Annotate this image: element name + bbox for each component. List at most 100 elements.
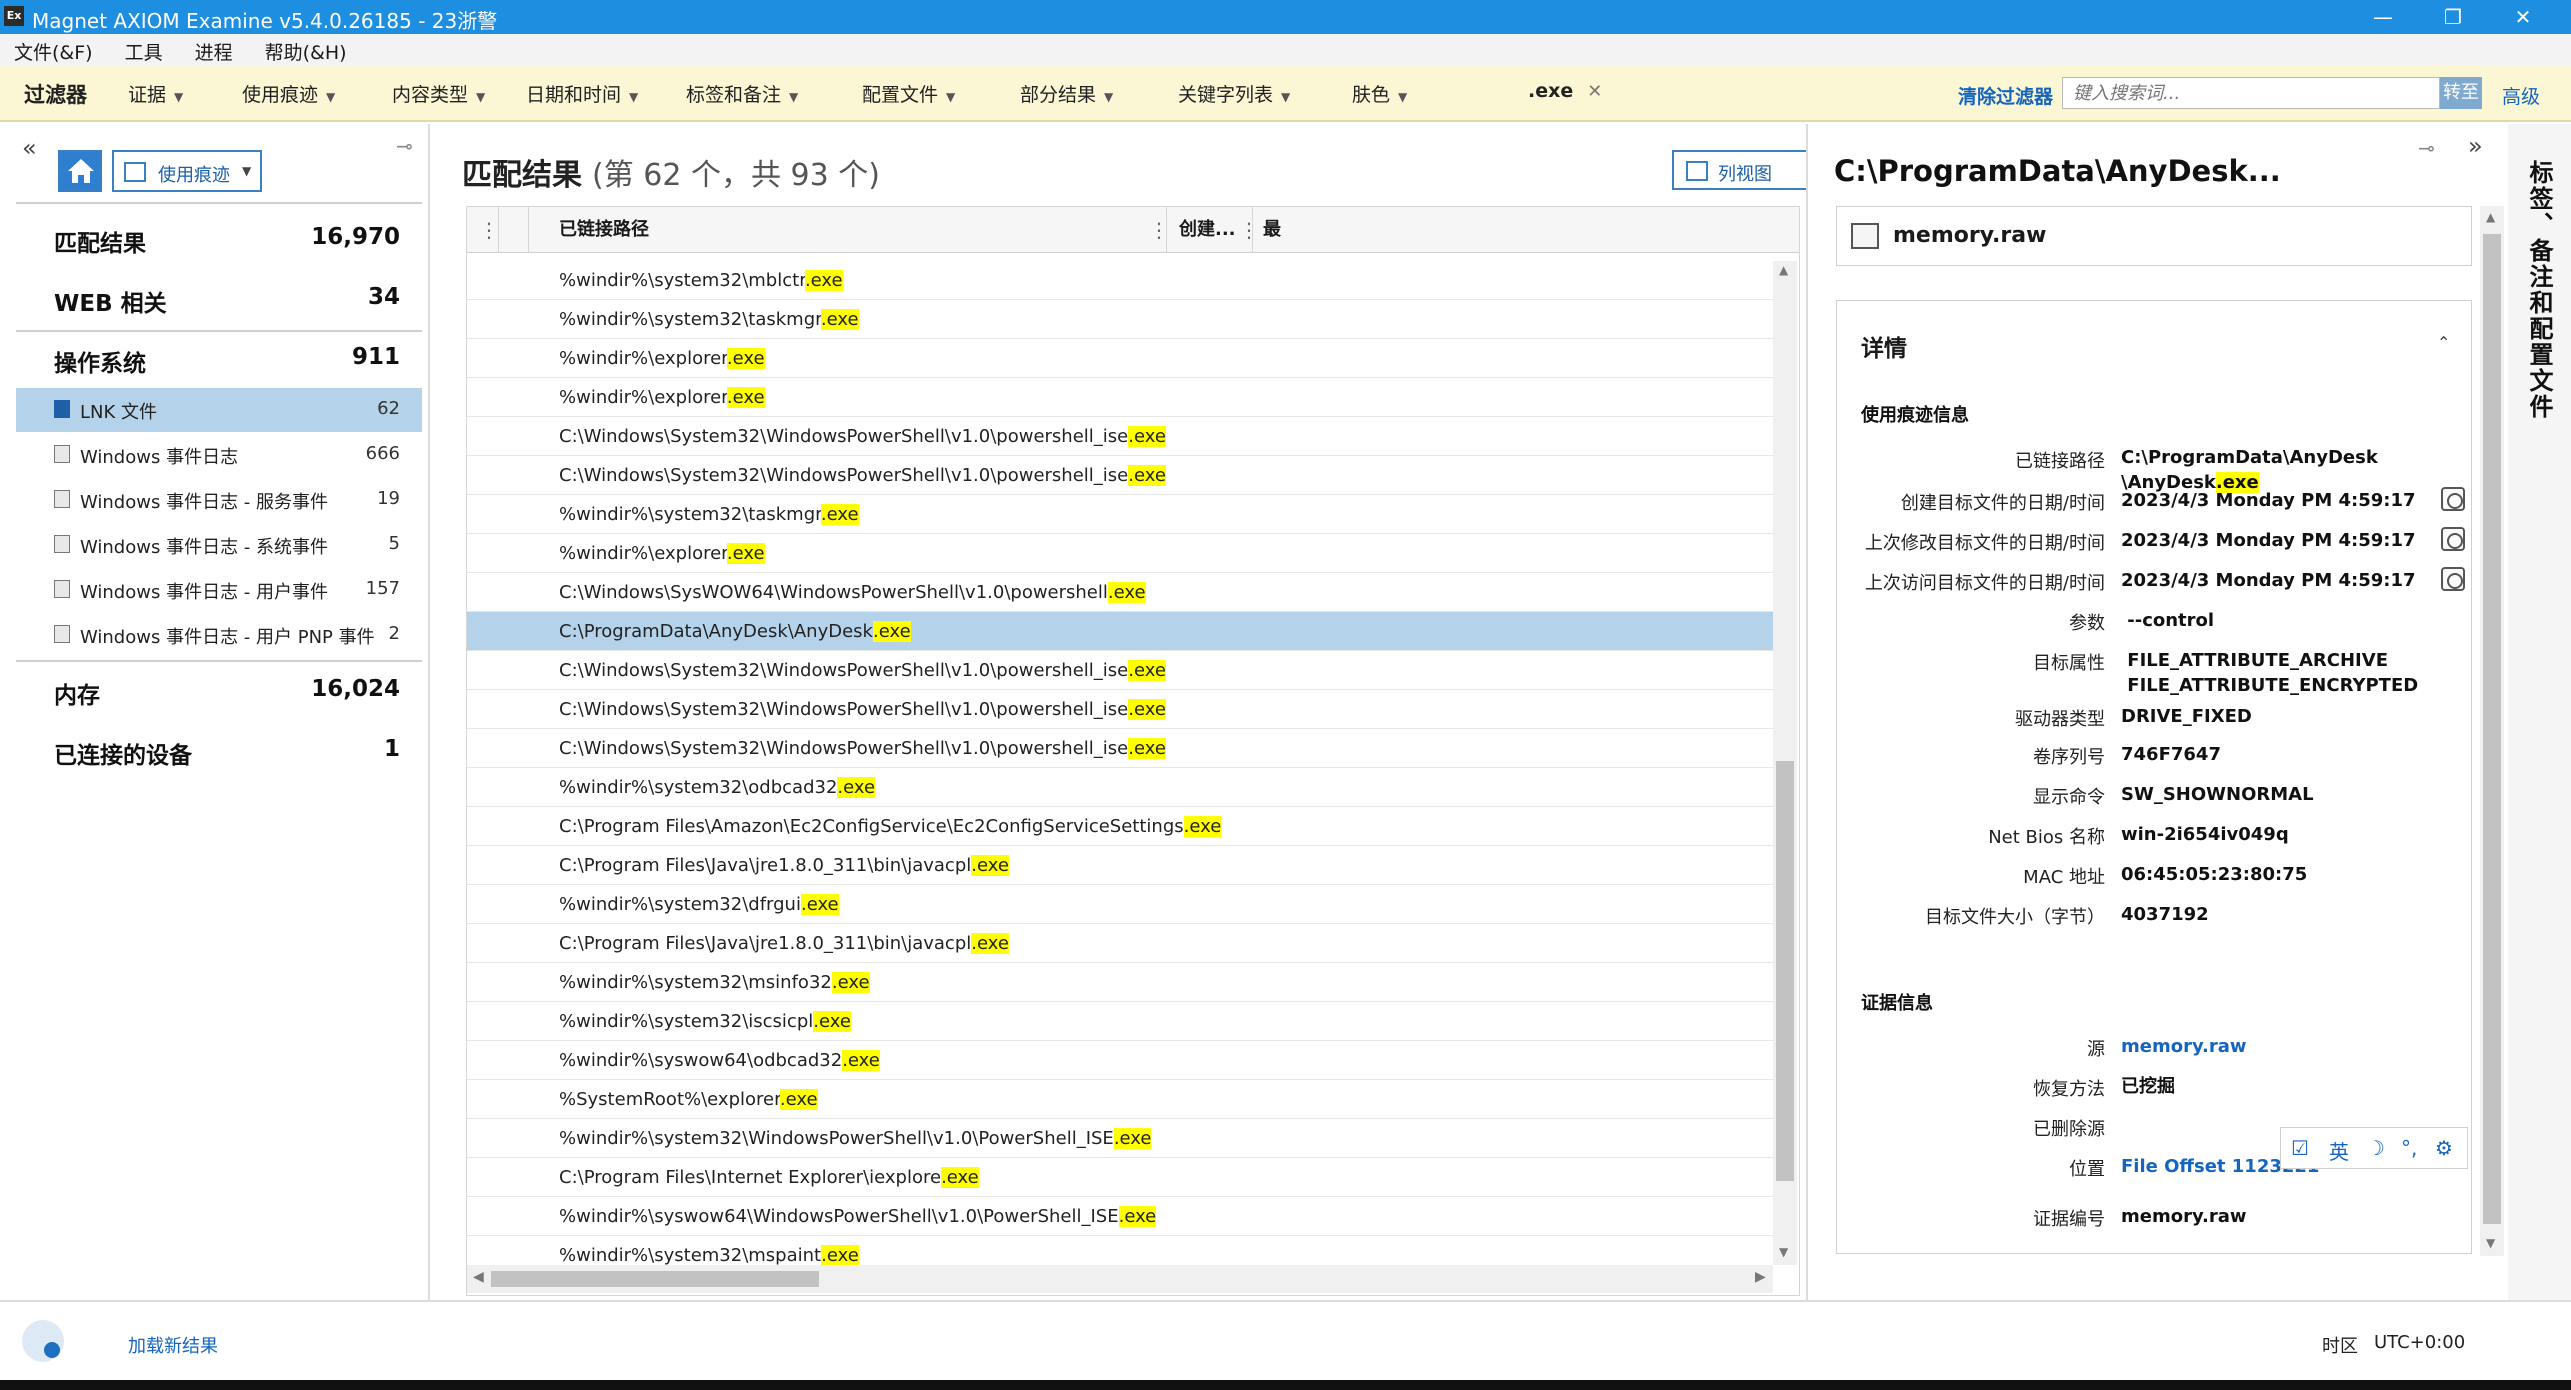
table-row[interactable]: C:\ProgramData\AnyDesk\AnyDesk.exe: [467, 612, 1773, 651]
table-row[interactable]: C:\Windows\System32\WindowsPowerShell\v1…: [467, 729, 1773, 768]
filter-artifacts[interactable]: 使用痕迹 ▼: [242, 80, 335, 107]
menu-process[interactable]: 进程: [195, 38, 233, 65]
search-go-button[interactable]: 转至: [2440, 77, 2482, 109]
close-button[interactable]: ✕: [2488, 0, 2558, 34]
column-last[interactable]: 最: [1253, 207, 1799, 253]
artifact-event-logs[interactable]: Windows 事件日志 666: [16, 433, 422, 477]
table-row[interactable]: %windir%\explorer.exe: [467, 378, 1773, 417]
table-row[interactable]: %SystemRoot%\explorer.exe: [467, 1080, 1773, 1119]
expand-right-icon[interactable]: »: [2468, 132, 2483, 160]
home-button[interactable]: [58, 150, 102, 192]
menu-tools[interactable]: 工具: [125, 38, 163, 65]
linked-path-cell: %windir%\system32\iscsicpl.exe: [559, 1011, 851, 1032]
maximize-button[interactable]: ❐: [2418, 0, 2488, 34]
filter-skin-tone[interactable]: 肤色 ▼: [1352, 80, 1407, 107]
table-row[interactable]: C:\Program Files\Amazon\Ec2ConfigService…: [467, 807, 1773, 846]
horizontal-scrollbar[interactable]: ◀ ▶: [467, 1265, 1773, 1293]
pin-icon[interactable]: ⊸: [2418, 136, 2435, 160]
table-row[interactable]: %windir%\syswow64\odbcad32.exe: [467, 1041, 1773, 1080]
clock-icon[interactable]: [2441, 567, 2465, 591]
table-row[interactable]: C:\Windows\System32\WindowsPowerShell\v1…: [467, 456, 1773, 495]
search-hit-highlight: .exe: [813, 1011, 851, 1032]
table-row[interactable]: C:\Windows\System32\WindowsPowerShell\v1…: [467, 417, 1773, 456]
artifact-event-logs-user-pnp[interactable]: Windows 事件日志 - 用户 PNP 事件 2: [16, 613, 422, 657]
artifact-event-logs-service[interactable]: Windows 事件日志 - 服务事件 19: [16, 478, 422, 522]
details-heading: 详情: [1861, 336, 1907, 362]
clear-filters-link[interactable]: 清除过滤器: [1958, 82, 2053, 109]
scroll-down-icon[interactable]: ▼: [1779, 1245, 1788, 1259]
table-row[interactable]: C:\Windows\System32\WindowsPowerShell\v1…: [467, 690, 1773, 729]
scroll-thumb[interactable]: [491, 1271, 819, 1287]
timezone-value[interactable]: UTC+0:00: [2374, 1332, 2465, 1353]
table-row[interactable]: C:\Program Files\Java\jre1.8.0_311\bin\j…: [467, 924, 1773, 963]
table-row[interactable]: %windir%\system32\mspaint.exe: [467, 1236, 1773, 1265]
column-created[interactable]: 创建... ⋮: [1167, 207, 1259, 253]
table-row[interactable]: %windir%\syswow64\WindowsPowerShell\v1.0…: [467, 1197, 1773, 1236]
table-row[interactable]: %windir%\system32\WindowsPowerShell\v1.0…: [467, 1119, 1773, 1158]
view-mode-dropdown[interactable]: 使用痕迹 ▼: [112, 150, 262, 192]
artifact-event-logs-user[interactable]: Windows 事件日志 - 用户事件 157: [16, 568, 422, 612]
filter-evidence[interactable]: 证据 ▼: [128, 80, 183, 107]
details-scrollbar[interactable]: ▲ ▼: [2480, 206, 2504, 1256]
moon-icon[interactable]: ☽: [2367, 1136, 2385, 1160]
results-heading: 匹配结果: [462, 158, 582, 193]
clock-icon[interactable]: [2441, 487, 2465, 511]
category-connected-devices[interactable]: 已连接的设备: [54, 736, 192, 770]
pin-icon[interactable]: ⊸: [396, 134, 413, 158]
scroll-up-icon[interactable]: ▲: [2486, 210, 2495, 224]
artifact-event-logs-system[interactable]: Windows 事件日志 - 系统事件 5: [16, 523, 422, 567]
evidence-field-value[interactable]: memory.raw: [2121, 1034, 2247, 1059]
table-row[interactable]: %windir%\system32\odbcad32.exe: [467, 768, 1773, 807]
collapse-left-icon[interactable]: «: [22, 134, 37, 162]
table-row[interactable]: %windir%\explorer.exe: [467, 339, 1773, 378]
table-row[interactable]: %windir%\explorer.exe: [467, 534, 1773, 573]
artifact-lnk-files[interactable]: LNK 文件 62: [16, 388, 422, 432]
filter-content-type[interactable]: 内容类型 ▼: [392, 80, 485, 107]
kebab-icon[interactable]: ⋮: [1149, 207, 1169, 253]
filter-date-time[interactable]: 日期和时间 ▼: [526, 80, 638, 107]
scroll-down-icon[interactable]: ▼: [2486, 1236, 2495, 1250]
search-box[interactable]: [2062, 77, 2440, 109]
table-row[interactable]: %windir%\system32\dfrgui.exe: [467, 885, 1773, 924]
table-row[interactable]: C:\Windows\SysWOW64\WindowsPowerShell\v1…: [467, 573, 1773, 612]
punctuation-icon[interactable]: °,: [2401, 1136, 2417, 1160]
category-matching-results[interactable]: 匹配结果: [54, 224, 146, 258]
load-new-results-link[interactable]: 加载新结果: [128, 1332, 218, 1358]
filter-tags-comments[interactable]: 标签和备注 ▼: [686, 80, 798, 107]
column-linked-path[interactable]: 已链接路径 ⋮: [529, 207, 1169, 253]
search-input[interactable]: [2063, 78, 2439, 108]
scroll-thumb[interactable]: [1776, 761, 1794, 1181]
kebab-icon[interactable]: ⋮: [479, 207, 499, 253]
menu-help[interactable]: 帮助(&H): [265, 38, 347, 65]
close-icon[interactable]: ✕: [1587, 81, 1602, 102]
vertical-scrollbar[interactable]: ▲ ▼: [1773, 261, 1797, 1265]
ime-language-toggle[interactable]: 英: [2329, 1136, 2349, 1165]
table-row[interactable]: C:\Program Files\Internet Explorer\iexpl…: [467, 1158, 1773, 1197]
row-menu-column[interactable]: ⋮: [467, 207, 499, 253]
filter-profiles[interactable]: 配置文件 ▼: [862, 80, 955, 107]
menu-file[interactable]: 文件(&F): [14, 38, 93, 65]
clock-icon[interactable]: [2441, 527, 2465, 551]
category-memory[interactable]: 内存: [54, 676, 100, 710]
table-row[interactable]: %windir%\system32\msinfo32.exe: [467, 963, 1773, 1002]
filter-keyword-lists[interactable]: 关键字列表 ▼: [1178, 80, 1290, 107]
table-row[interactable]: %windir%\system32\taskmgr.exe: [467, 300, 1773, 339]
category-web[interactable]: WEB 相关: [54, 284, 167, 318]
category-operating-system[interactable]: 操作系统: [54, 344, 146, 378]
scroll-thumb[interactable]: [2483, 234, 2501, 1224]
scroll-up-icon[interactable]: ▲: [1779, 263, 1788, 277]
filter-partial-results[interactable]: 部分结果 ▼: [1020, 80, 1113, 107]
table-row[interactable]: %windir%\system32\mblctr.exe: [467, 261, 1773, 300]
scroll-right-icon[interactable]: ▶: [1755, 1269, 1766, 1285]
chevron-up-icon[interactable]: ⌃: [2437, 333, 2450, 352]
ime-checkbox-icon[interactable]: ☑: [2291, 1136, 2309, 1160]
scroll-left-icon[interactable]: ◀: [473, 1269, 484, 1285]
table-row[interactable]: C:\Windows\System32\WindowsPowerShell\v1…: [467, 651, 1773, 690]
tags-comments-profiles-tab[interactable]: 标签、备注和配置文件: [2508, 124, 2571, 1300]
gear-icon[interactable]: ⚙: [2435, 1136, 2453, 1160]
minimize-button[interactable]: —: [2348, 0, 2418, 34]
advanced-search-link[interactable]: 高级: [2502, 82, 2540, 109]
table-row[interactable]: %windir%\system32\iscsicpl.exe: [467, 1002, 1773, 1041]
table-row[interactable]: C:\Program Files\Java\jre1.8.0_311\bin\j…: [467, 846, 1773, 885]
table-row[interactable]: %windir%\system32\taskmgr.exe: [467, 495, 1773, 534]
